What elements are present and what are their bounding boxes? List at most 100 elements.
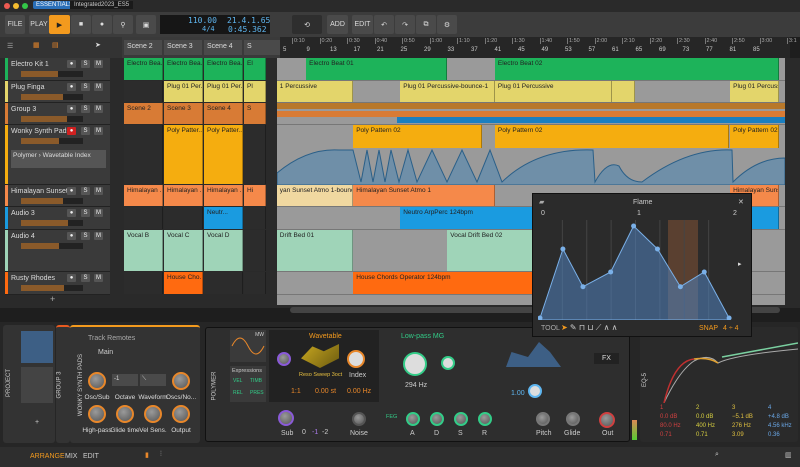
curve-point[interactable]	[608, 269, 614, 275]
launcher-clip[interactable]: Pl	[244, 81, 266, 102]
track-header[interactable]: Audio 3 ● S M	[5, 207, 110, 230]
waveform-select[interactable]: ⟍	[140, 374, 166, 386]
resonance-knob[interactable]	[441, 356, 455, 370]
record-button[interactable]: ●	[92, 15, 112, 34]
remote-knob[interactable]	[172, 372, 190, 390]
record-arm-button[interactable]: ●	[67, 105, 76, 113]
launcher-clip[interactable]: Electro Bea...	[164, 58, 203, 80]
tempo-display[interactable]: 110.00	[188, 16, 217, 25]
record-arm-button[interactable]: ●	[67, 274, 76, 282]
eq-band-gain[interactable]: 0.0 dB	[696, 414, 713, 420]
remote-knob[interactable]	[144, 405, 162, 423]
play-button[interactable]: ▶	[49, 15, 70, 34]
timb-mod[interactable]: TIMB	[250, 378, 262, 384]
volume-fader[interactable]	[21, 198, 83, 204]
scene-4[interactable]: Scene 4	[204, 40, 242, 55]
eq-band-n[interactable]: 3	[732, 405, 735, 411]
automation-lane[interactable]	[277, 148, 785, 185]
mute-button[interactable]: M	[94, 209, 103, 217]
device-chip[interactable]: Polymer › Wavetable Index	[11, 150, 106, 168]
curve-point[interactable]	[654, 246, 660, 252]
file-menu-button[interactable]: FILE	[5, 15, 25, 34]
track-name[interactable]: Himalayan Sunset	[11, 188, 68, 195]
mixer-icon[interactable]: ⫶	[160, 451, 162, 459]
arranger-clip[interactable]: Vocal Drift Bed 02	[447, 230, 538, 271]
minimize-window-button[interactable]	[13, 3, 19, 9]
eq-band-gain[interactable]: +4.8 dB	[768, 414, 789, 420]
curve-point[interactable]	[560, 246, 566, 252]
scene-5[interactable]: S	[244, 40, 282, 55]
volume-fader[interactable]	[21, 94, 83, 100]
sub-option[interactable]: 0	[302, 429, 306, 436]
automation-curve[interactable]	[277, 148, 785, 185]
eq-band-gain[interactable]: 0.0 dB	[660, 414, 677, 420]
time-display[interactable]: 0:45.362	[228, 25, 267, 34]
octave-select[interactable]: -1	[112, 374, 138, 386]
snap-grid[interactable]: 4 ÷ 4	[723, 325, 739, 332]
adsr-knob[interactable]	[454, 412, 468, 426]
eq-curve[interactable]	[654, 331, 798, 403]
eq-band-q[interactable]: 3.09	[732, 432, 744, 438]
curve-point[interactable]	[677, 284, 683, 290]
launcher-clip[interactable]: Plug 01 Per...	[204, 81, 243, 102]
copy-button[interactable]: ⧉	[416, 15, 436, 34]
wavetable-display[interactable]	[301, 344, 339, 368]
solo-button[interactable]: S	[81, 60, 90, 68]
fx-button[interactable]: FX	[594, 353, 619, 364]
fine-hz-value[interactable]: 0.00 Hz	[347, 388, 371, 395]
arranger-clip[interactable]: Drift Bed 01	[277, 230, 354, 271]
rel-mod[interactable]: REL	[233, 390, 243, 396]
settings-button[interactable]: ⚙	[437, 15, 457, 34]
track-menu-icon[interactable]: ☰	[7, 42, 13, 50]
inspector-icon[interactable]: ▮	[145, 451, 149, 459]
arranger-clip[interactable]	[611, 81, 635, 102]
close-icon[interactable]: ✕	[738, 198, 744, 206]
redo-button[interactable]: ↷	[395, 15, 415, 34]
vel-mod[interactable]: VEL	[233, 378, 242, 384]
signature-display[interactable]: 4/4	[202, 25, 215, 33]
volume-fader[interactable]	[21, 138, 83, 144]
record-arm-button[interactable]: ●	[67, 209, 76, 217]
mute-button[interactable]: M	[94, 105, 103, 113]
volume-fader[interactable]	[21, 243, 83, 249]
launcher-clip[interactable]: Neutr...	[204, 207, 243, 229]
mix-view-tab[interactable]: MIX	[65, 453, 77, 460]
arranger-clip[interactable]: Poly Pattern 02	[494, 125, 729, 148]
pres-mod[interactable]: PRES	[250, 390, 264, 396]
mute-button[interactable]: M	[94, 127, 103, 135]
flame-curve-editor[interactable]	[538, 220, 733, 320]
arranger-clip[interactable]: Electro Beat 01	[306, 58, 448, 80]
eq-band-gain[interactable]: −5.1 dB	[732, 414, 753, 420]
amount-knob[interactable]	[528, 384, 542, 398]
oscillator-type-select[interactable]: Wavetable	[309, 333, 342, 340]
search-icon[interactable]: ⌕	[715, 451, 719, 459]
position-display[interactable]: 21.4.1.65	[227, 16, 270, 25]
track-header[interactable]: Himalayan Sunset ● S M	[5, 185, 110, 207]
track-header[interactable]: Audio 4 ● S M	[5, 230, 110, 272]
volume-fader[interactable]	[21, 285, 83, 291]
automation-button[interactable]: ⚲	[113, 15, 133, 34]
record-arm-button[interactable]: ●	[67, 127, 76, 135]
amount-value[interactable]: 1.00	[511, 390, 525, 397]
track-header[interactable]: Group 3 ● S M	[5, 103, 110, 125]
arranger-clip[interactable]: 1 Percussive	[277, 81, 354, 102]
track-name[interactable]: Rusty Rhodes	[11, 275, 55, 282]
semitone-value[interactable]: 0.00 st	[315, 388, 336, 395]
track-name[interactable]: Audio 4	[11, 233, 35, 240]
mute-button[interactable]: M	[94, 187, 103, 195]
launcher-clip[interactable]: Vocal B	[124, 230, 163, 271]
track-header[interactable]: Rusty Rhodes ● S M	[5, 272, 110, 295]
keyboard-icon[interactable]: ▥	[785, 451, 792, 459]
arranger-clip[interactable]: yan Sunset Atmo 1-bounce-1	[277, 185, 354, 206]
pitch-knob[interactable]	[536, 412, 550, 426]
index-knob[interactable]	[347, 350, 365, 368]
mute-button[interactable]: M	[94, 274, 103, 282]
eq-band-freq[interactable]: 276 Hz	[732, 423, 751, 429]
launcher-clip[interactable]: Electro Bea...	[124, 58, 163, 80]
launcher-clip[interactable]: Electro Bea...	[204, 58, 243, 80]
eq-band-n[interactable]: 4	[768, 405, 771, 411]
volume-fader[interactable]	[21, 116, 83, 122]
record-arm-button[interactable]: ●	[67, 187, 76, 195]
track-name[interactable]: Electro Kit 1	[11, 61, 49, 68]
solo-button[interactable]: S	[81, 105, 90, 113]
